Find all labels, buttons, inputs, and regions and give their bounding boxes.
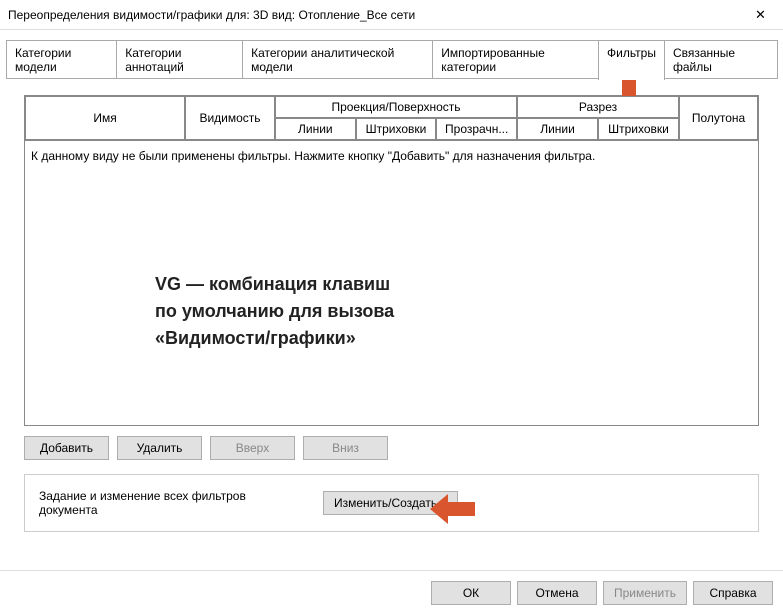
help-button[interactable]: Справка	[693, 581, 773, 605]
edit-filters-label: Задание и изменение всех фильтров докуме…	[39, 489, 299, 517]
filters-table: Имя Видимость Проекция/Поверхность Линии…	[24, 95, 759, 426]
up-button: Вверх	[210, 436, 295, 460]
remove-button[interactable]: Удалить	[117, 436, 202, 460]
table-header: Имя Видимость Проекция/Поверхность Линии…	[25, 96, 758, 140]
tab-analytical-categories[interactable]: Категории аналитической модели	[242, 40, 433, 79]
add-button[interactable]: Добавить	[24, 436, 109, 460]
tab-annotation-categories[interactable]: Категории аннотаций	[116, 40, 243, 79]
window-title: Переопределения видимости/графики для: 3…	[8, 8, 738, 22]
ok-button[interactable]: ОК	[431, 581, 511, 605]
title-bar: Переопределения видимости/графики для: 3…	[0, 0, 783, 30]
col-projection: Проекция/Поверхность	[275, 96, 517, 118]
hint-overlay: VG — комбинация клавиш по умолчанию для …	[155, 271, 394, 352]
tab-filters[interactable]: Фильтры	[598, 40, 665, 80]
col-sec-patterns: Штриховки	[598, 118, 679, 140]
edit-filters-panel: Задание и изменение всех фильтров докуме…	[24, 474, 759, 532]
apply-button: Применить	[603, 581, 687, 605]
col-name: Имя	[25, 96, 185, 140]
tab-model-categories[interactable]: Категории модели	[6, 40, 117, 79]
down-button: Вниз	[303, 436, 388, 460]
col-proj-lines: Линии	[275, 118, 356, 140]
table-body: К данному виду не были применены фильтры…	[25, 140, 758, 425]
tab-linked-files[interactable]: Связанные файлы	[664, 40, 778, 79]
tab-imported-categories[interactable]: Импортированные категории	[432, 40, 599, 79]
dialog-footer: ОК Отмена Применить Справка	[0, 570, 783, 615]
col-proj-patterns: Штриховки	[356, 118, 437, 140]
tabs: Категории модели Категории аннотаций Кат…	[0, 30, 783, 79]
content-area: Имя Видимость Проекция/Поверхность Линии…	[0, 79, 783, 542]
empty-message: К данному виду не были применены фильтры…	[31, 149, 752, 163]
button-row: Добавить Удалить Вверх Вниз	[24, 436, 759, 460]
col-visibility: Видимость	[185, 96, 275, 140]
cancel-button[interactable]: Отмена	[517, 581, 597, 605]
col-section: Разрез	[517, 96, 679, 118]
close-icon: ✕	[755, 7, 766, 23]
col-proj-transparency: Прозрачн...	[436, 118, 517, 140]
close-button[interactable]: ✕	[738, 0, 783, 30]
edit-create-button[interactable]: Изменить/Создать...	[323, 491, 458, 515]
col-halftone: Полутона	[679, 96, 758, 140]
col-sec-lines: Линии	[517, 118, 598, 140]
